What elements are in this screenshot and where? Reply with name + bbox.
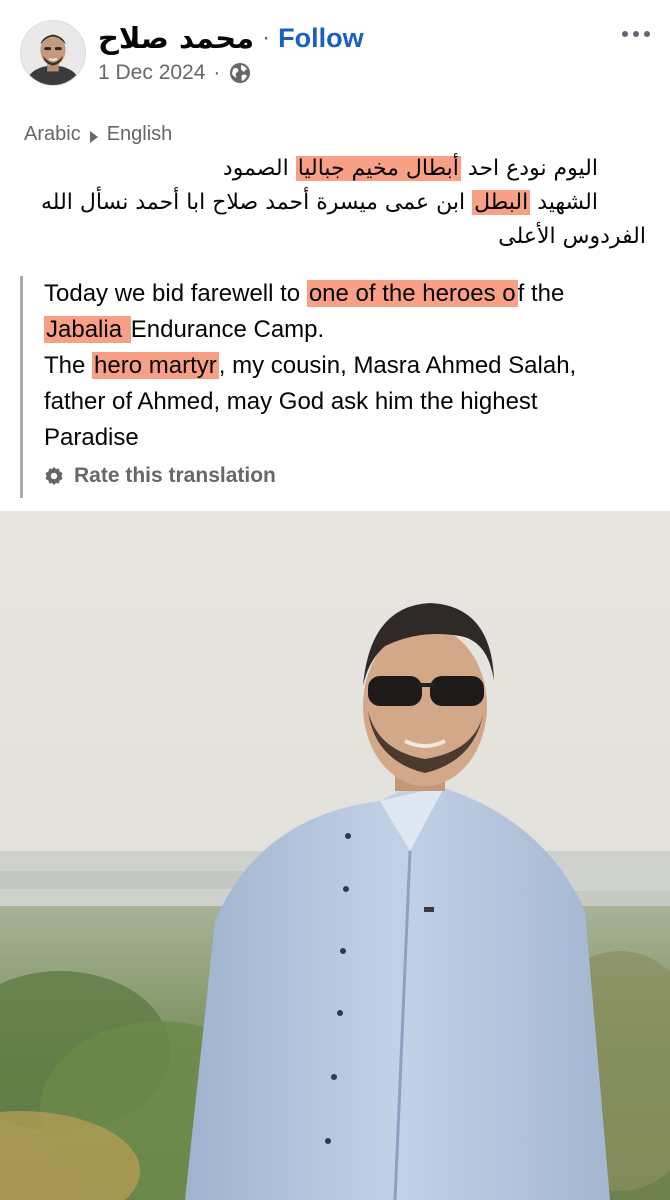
follow-button[interactable]: Follow	[278, 23, 363, 54]
highlight: one of the heroes o	[306, 280, 518, 307]
translated-line: Paradise	[44, 424, 139, 451]
translated-line: The hero martyr, my cousin, Masra Ahmed …	[44, 352, 577, 379]
original-line-3: الفردوس الأعلى	[498, 224, 646, 249]
highlight: Jabalia	[44, 316, 131, 343]
source-language: Arabic	[24, 122, 81, 145]
post-meta: 1 Dec 2024 ·	[98, 58, 252, 88]
post-photo[interactable]	[0, 511, 670, 1200]
highlight: أبطال مخيم جباليا	[295, 156, 461, 181]
translation-language-bar: Arabic English	[24, 120, 172, 148]
highlight: البطل	[472, 190, 531, 215]
post-header: محمد صلاح · Follow 1 Dec 2024 ·	[0, 0, 670, 110]
globe-icon[interactable]	[228, 61, 252, 85]
facebook-post: محمد صلاح · Follow 1 Dec 2024 · Arabic E…	[0, 0, 670, 1200]
translated-line: father of Ahmed, may God ask him the hig…	[44, 388, 538, 415]
post-date[interactable]: 1 Dec 2024	[98, 61, 205, 85]
name-separator: ·	[262, 24, 271, 51]
more-horizontal-icon[interactable]	[616, 22, 656, 46]
author-name-row: محمد صلاح · Follow	[98, 20, 364, 56]
translated-line: Today we bid farewell to one of the hero…	[44, 280, 565, 307]
original-line-1: اليوم نودع احد أبطال مخيم جباليا الصمود	[222, 156, 598, 181]
rate-translation-label: Rate this translation	[74, 464, 276, 487]
original-arabic-text: اليوم نودع احد أبطال مخيم جباليا الصمود …	[18, 152, 646, 254]
author-avatar[interactable]	[20, 20, 86, 86]
translated-text: Today we bid farewell to one of the hero…	[44, 276, 640, 456]
photo-image	[0, 511, 670, 1200]
avatar-image	[21, 21, 85, 85]
rate-translation-button[interactable]: Rate this translation	[44, 464, 640, 488]
author-name[interactable]: محمد صلاح	[98, 21, 254, 55]
translated-line: Jabalia Endurance Camp.	[44, 316, 325, 343]
date-separator: ·	[213, 61, 221, 84]
highlight: hero martyr	[92, 352, 219, 379]
gear-icon	[44, 466, 64, 486]
target-language: English	[106, 122, 173, 145]
original-line-2: الشهيد البطل ابن عمى ميسرة أحمد صلاح ابا…	[41, 190, 598, 215]
arrow-right-icon	[89, 127, 99, 143]
translation-block: Today we bid farewell to one of the hero…	[20, 276, 640, 498]
